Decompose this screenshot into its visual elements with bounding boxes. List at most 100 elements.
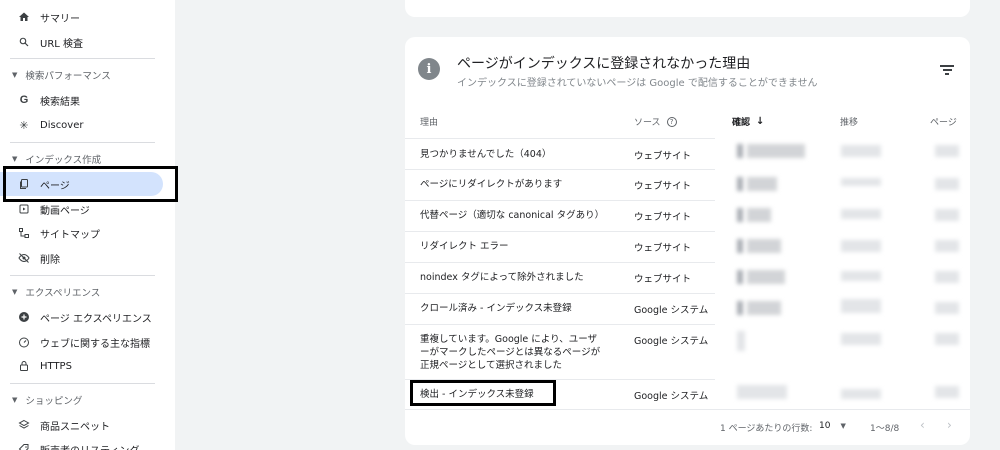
table-row-source: ウェブサイト (634, 243, 692, 254)
search-icon (18, 36, 30, 48)
redacted-validation (737, 177, 743, 191)
redacted-trend (841, 240, 881, 252)
divider (405, 409, 970, 410)
sidebar-item-label: Discover (40, 119, 84, 131)
sidebar-item-label: ページ エクスペリエンス (40, 313, 152, 325)
table-row-source: ウェブサイト (634, 181, 692, 192)
table-row-source: Google システム (634, 336, 709, 347)
redacted-validation (747, 301, 781, 315)
redacted-validation (737, 331, 745, 351)
redacted-trend (841, 389, 881, 399)
redacted-validation (747, 177, 777, 191)
section-label: 検索パフォーマンス (25, 71, 111, 82)
section-shopping[interactable]: ▼ ショッピング (0, 391, 82, 409)
column-header-validation-label: 確認 (732, 118, 751, 128)
google-icon: G (19, 94, 29, 106)
sitemap-icon (18, 227, 30, 239)
sidebar-item-label: 動画ページ (40, 205, 90, 217)
table-row-reason[interactable]: クロール済み - インデックス未登録 (420, 302, 615, 315)
row-divider (405, 293, 715, 294)
sidebar-item-removals[interactable]: 削除 (0, 246, 165, 270)
sidebar-item-label: 削除 (40, 254, 60, 266)
redacted-validation (747, 144, 805, 158)
redacted-pages (935, 178, 959, 190)
column-header-trend[interactable]: 推移 (840, 115, 858, 128)
redacted-trend (841, 271, 881, 281)
row-divider (405, 200, 715, 201)
video-page-icon (18, 203, 30, 215)
column-header-reason[interactable]: 理由 (420, 115, 438, 128)
arrow-down-icon: ↓ (756, 116, 765, 127)
table-row-reason[interactable]: 見つかりませんでした（404） (420, 148, 615, 161)
table-row-reason[interactable]: 代替ページ（適切な canonical タグあり） (420, 209, 615, 222)
rows-per-page-label: 1 ページあたりの行数: (720, 424, 813, 434)
section-experience[interactable]: ▼ エクスペリエンス (0, 283, 100, 301)
redacted-trend (841, 299, 881, 313)
rows-per-page-value: 10 (819, 421, 831, 431)
sidebar-item-merchant-listings[interactable]: 販売者のリスティング (0, 437, 165, 450)
sidebar-item-search-results[interactable]: G 検索結果 (0, 88, 165, 112)
redacted-validation (747, 208, 771, 222)
table-row-reason[interactable]: ページにリダイレクトがあります (420, 178, 615, 191)
asterisk-icon: ✳ (19, 118, 29, 132)
table-row-source: Google システム (634, 391, 709, 402)
dropdown-arrow-icon: ▼ (840, 422, 846, 430)
tag-icon (18, 443, 30, 450)
redacted-pages (935, 240, 959, 252)
chevron-down-icon: ▼ (12, 71, 18, 79)
sidebar-item-summary[interactable]: サマリー (0, 5, 165, 29)
redacted-trend (841, 178, 881, 186)
column-header-source[interactable]: ソース ? (634, 115, 677, 128)
highlight-box-last-row (410, 380, 556, 406)
section-label: ショッピング (25, 396, 83, 407)
column-header-validation[interactable]: 確認 ↓ (732, 115, 764, 128)
sidebar-item-https[interactable]: HTTPS (0, 354, 165, 378)
next-page-icon[interactable]: › (947, 418, 952, 432)
redacted-pages (935, 271, 959, 283)
table-row-reason[interactable]: 重複しています。Google により、ユーザーがマークしたページとは異なるページ… (420, 333, 605, 372)
speedometer-icon (18, 336, 30, 348)
row-divider (405, 169, 715, 170)
filter-icon[interactable] (940, 65, 954, 75)
redacted-validation (737, 239, 743, 253)
rows-per-page-select[interactable]: 10 ▼ (819, 421, 846, 431)
sidebar: サマリー URL 検査 ▼ 検索パフォーマンス G 検索結果 ✳ Discove… (0, 0, 175, 450)
redacted-pages (935, 386, 959, 398)
divider (10, 142, 155, 143)
divider (10, 383, 155, 384)
redacted-pages (935, 209, 959, 221)
table-row-source: ウェブサイト (634, 151, 692, 162)
sidebar-item-sitemaps[interactable]: サイトマップ (0, 221, 165, 245)
card-subtitle: インデックスに登録されていないページは Google で配信することができません (457, 78, 818, 89)
sidebar-item-url-inspection[interactable]: URL 検査 (0, 30, 165, 54)
redacted-pages (935, 302, 959, 314)
table-row-reason[interactable]: リダイレクト エラー (420, 240, 615, 253)
section-search-performance[interactable]: ▼ 検索パフォーマンス (0, 66, 111, 84)
table-row-source: ウェブサイト (634, 212, 692, 223)
sidebar-item-label: サマリー (40, 13, 80, 25)
sidebar-item-product-snippets[interactable]: 商品スニペット (0, 413, 165, 437)
table-row-reason[interactable]: noindex タグによって除外されました (420, 271, 615, 284)
sidebar-item-page-experience[interactable]: ページ エクスペリエンス (0, 305, 165, 329)
help-icon[interactable]: ? (666, 116, 677, 127)
row-divider (405, 138, 715, 139)
redacted-validation (737, 208, 743, 222)
sidebar-item-label: HTTPS (40, 360, 72, 372)
sidebar-item-discover[interactable]: ✳ Discover (0, 113, 165, 137)
sidebar-item-label: ウェブに関する主な指標 (40, 338, 150, 350)
chevron-down-icon: ▼ (12, 396, 18, 404)
lock-icon (18, 360, 30, 372)
sidebar-item-label: 商品スニペット (40, 421, 110, 433)
row-divider (405, 262, 715, 263)
highlight-box-pages (3, 166, 178, 202)
redacted-validation (737, 385, 787, 399)
sidebar-item-label: 検索結果 (40, 96, 80, 108)
previous-page-icon[interactable]: ‹ (920, 418, 925, 432)
redacted-validation (747, 239, 781, 253)
pagination-range: 1〜8/8 (870, 424, 900, 434)
section-label: インデックス作成 (25, 155, 102, 166)
column-header-pages[interactable]: ページ (930, 115, 957, 128)
sidebar-item-core-web-vitals[interactable]: ウェブに関する主な指標 (0, 330, 165, 354)
redacted-trend (841, 145, 881, 157)
redacted-validation (737, 270, 743, 284)
